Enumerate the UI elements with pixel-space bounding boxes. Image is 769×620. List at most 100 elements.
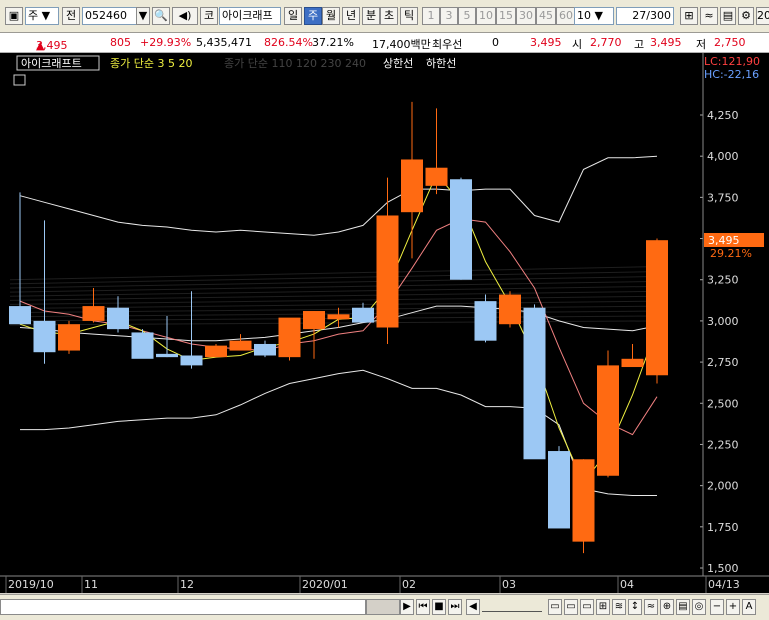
pct-tag: 29.21% [710,247,752,260]
market-select[interactable]: 주 ▼ [25,7,59,25]
sound-icon[interactable]: ◀) [172,7,198,25]
tool-icon-7[interactable]: ≈ [644,599,658,615]
tool-icon-6[interactable]: ↕ [628,599,642,615]
auto-icon[interactable]: A [742,599,756,615]
period-tab-5[interactable]: 초 [380,7,398,25]
layout-icon[interactable]: ▣ [5,7,23,25]
tool-icon-5[interactable]: ≋ [612,599,626,615]
save-icon[interactable]: ▤ [720,7,736,25]
chart-area[interactable]: 4,2504,0003,7503,5003,2503,0002,7502,500… [0,53,769,593]
candle-body [33,320,56,353]
tool-icon-1[interactable]: ▭ [548,599,562,615]
high-label: 고 [634,38,645,51]
candle-body [401,159,423,213]
period-tab-1[interactable]: 주 [304,7,322,25]
candle-body [58,324,80,351]
last-icon[interactable]: ⏭ [448,599,462,615]
x-axis: 2019/10 11 12 2020/01 02 03 04 04/13 [0,575,769,593]
x-tick-label: 04/13 [708,578,740,591]
candle-body [548,451,570,529]
period-tab-0[interactable]: 일 [284,7,302,25]
grid-icon[interactable]: ⊞ [680,7,698,25]
tool-icon-10[interactable]: ◎ [692,599,706,615]
candle-body [131,332,154,359]
y-tick-label: 3,250 [707,274,739,287]
interval-button-3[interactable]: 10 [476,7,496,25]
legend-up-limit: 상한선 [383,57,413,70]
interval-button-2[interactable]: 5 [458,7,476,25]
compare-icon[interactable]: ≈ [700,7,718,25]
edge-button[interactable]: 20 [756,7,769,25]
tool-icon-3[interactable]: ▭ [580,599,594,615]
quote-bar: 3,495 ▲ 805 +29.93% 5,435,471 826.54% 37… [0,33,769,53]
scroll-thumb[interactable] [366,599,400,615]
count-field[interactable]: 27/300 [616,7,674,25]
candle-body [572,459,595,542]
low-label: 저 [696,38,707,51]
y-axis: 4,2504,0003,7503,5003,2503,0002,7502,500… [700,53,739,576]
interval-button-0[interactable]: 1 [422,7,440,25]
y-tick-label: 3,000 [707,315,739,328]
change-value: 805 [110,36,131,49]
background-line [9,295,661,305]
x-tick-label: 2019/10 [8,578,54,591]
volume-ratio: 826.54% [264,36,313,49]
stop-icon[interactable]: ■ [432,599,446,615]
high-value: 3,495 [650,36,682,49]
legend-ma1: 종가 단순 3 5 20 [110,57,192,70]
low-value: 2,750 [714,36,746,49]
candle-body [646,240,668,376]
tool-icon-2[interactable]: ▭ [564,599,578,615]
zoom-in-icon[interactable]: + [726,599,740,615]
y-tick-label: 4,000 [707,150,739,163]
first-icon[interactable]: ⏮ [416,599,430,615]
type-button[interactable]: 코 [200,7,218,25]
table-icon[interactable] [13,74,26,86]
search-icon[interactable]: 🔍 [152,7,170,25]
scroll-left-icon[interactable]: ◀ [466,599,480,615]
settings-icon[interactable]: ⚙ [738,7,754,25]
candlestick-chart[interactable]: 4,2504,0003,7503,5003,2503,0002,7502,500… [0,53,769,593]
open-value: 2,770 [590,36,622,49]
y-tick-label: 2,000 [707,480,739,493]
x-tick-label: 11 [84,578,98,591]
candle-body [352,307,374,323]
y-tick-label: 1,500 [707,562,739,575]
interval-button-6[interactable]: 45 [536,7,556,25]
period-tab-4[interactable]: 분 [362,7,380,25]
tool-icon-4[interactable]: ⊞ [596,599,610,615]
candle-body [376,215,399,328]
code-dropdown-icon[interactable]: ▼ [136,7,150,25]
interval-button-7[interactable]: 60 [556,7,576,25]
candle-body [156,353,178,358]
interval-select[interactable]: 10 ▼ [574,7,614,25]
interval-button-1[interactable]: 3 [440,7,458,25]
tool-icon-8[interactable]: ⊕ [660,599,674,615]
amount: 17,400백만 [372,38,431,51]
interval-button-4[interactable]: 15 [496,7,516,25]
horizontal-scrollbar[interactable] [0,599,366,615]
x-tick-label: 02 [402,578,416,591]
period-tab-6[interactable]: 틱 [400,7,418,25]
tool-icon-9[interactable]: ▤ [676,599,690,615]
candle-body [254,343,276,356]
period-tab-3[interactable]: 년 [342,7,360,25]
best-price: 3,495 [530,36,562,49]
toolbar: ▣ 주 ▼ 전 052460 ▼ 🔍 ◀) 코 아이크래프 일주월년분초틱 13… [0,0,769,33]
candle-body [499,294,521,325]
y-tick-label: 2,500 [707,397,739,410]
envelope-upper [19,155,658,236]
turnover: 37.21% [312,36,354,49]
period-tab-2[interactable]: 월 [322,7,340,25]
candle-body [107,307,129,330]
y-tick-label: 1,750 [707,521,739,534]
zoom-slider[interactable] [482,603,542,612]
zoom-out-icon[interactable]: − [710,599,724,615]
interval-button-5[interactable]: 30 [516,7,536,25]
best-label: 최우선 [432,38,463,51]
prev-button[interactable]: 전 [62,7,80,25]
y-tick-label: 4,250 [707,109,739,122]
candle-body [474,301,497,341]
scroll-right-icon[interactable]: ▶ [400,599,414,615]
candle-body [82,306,105,321]
